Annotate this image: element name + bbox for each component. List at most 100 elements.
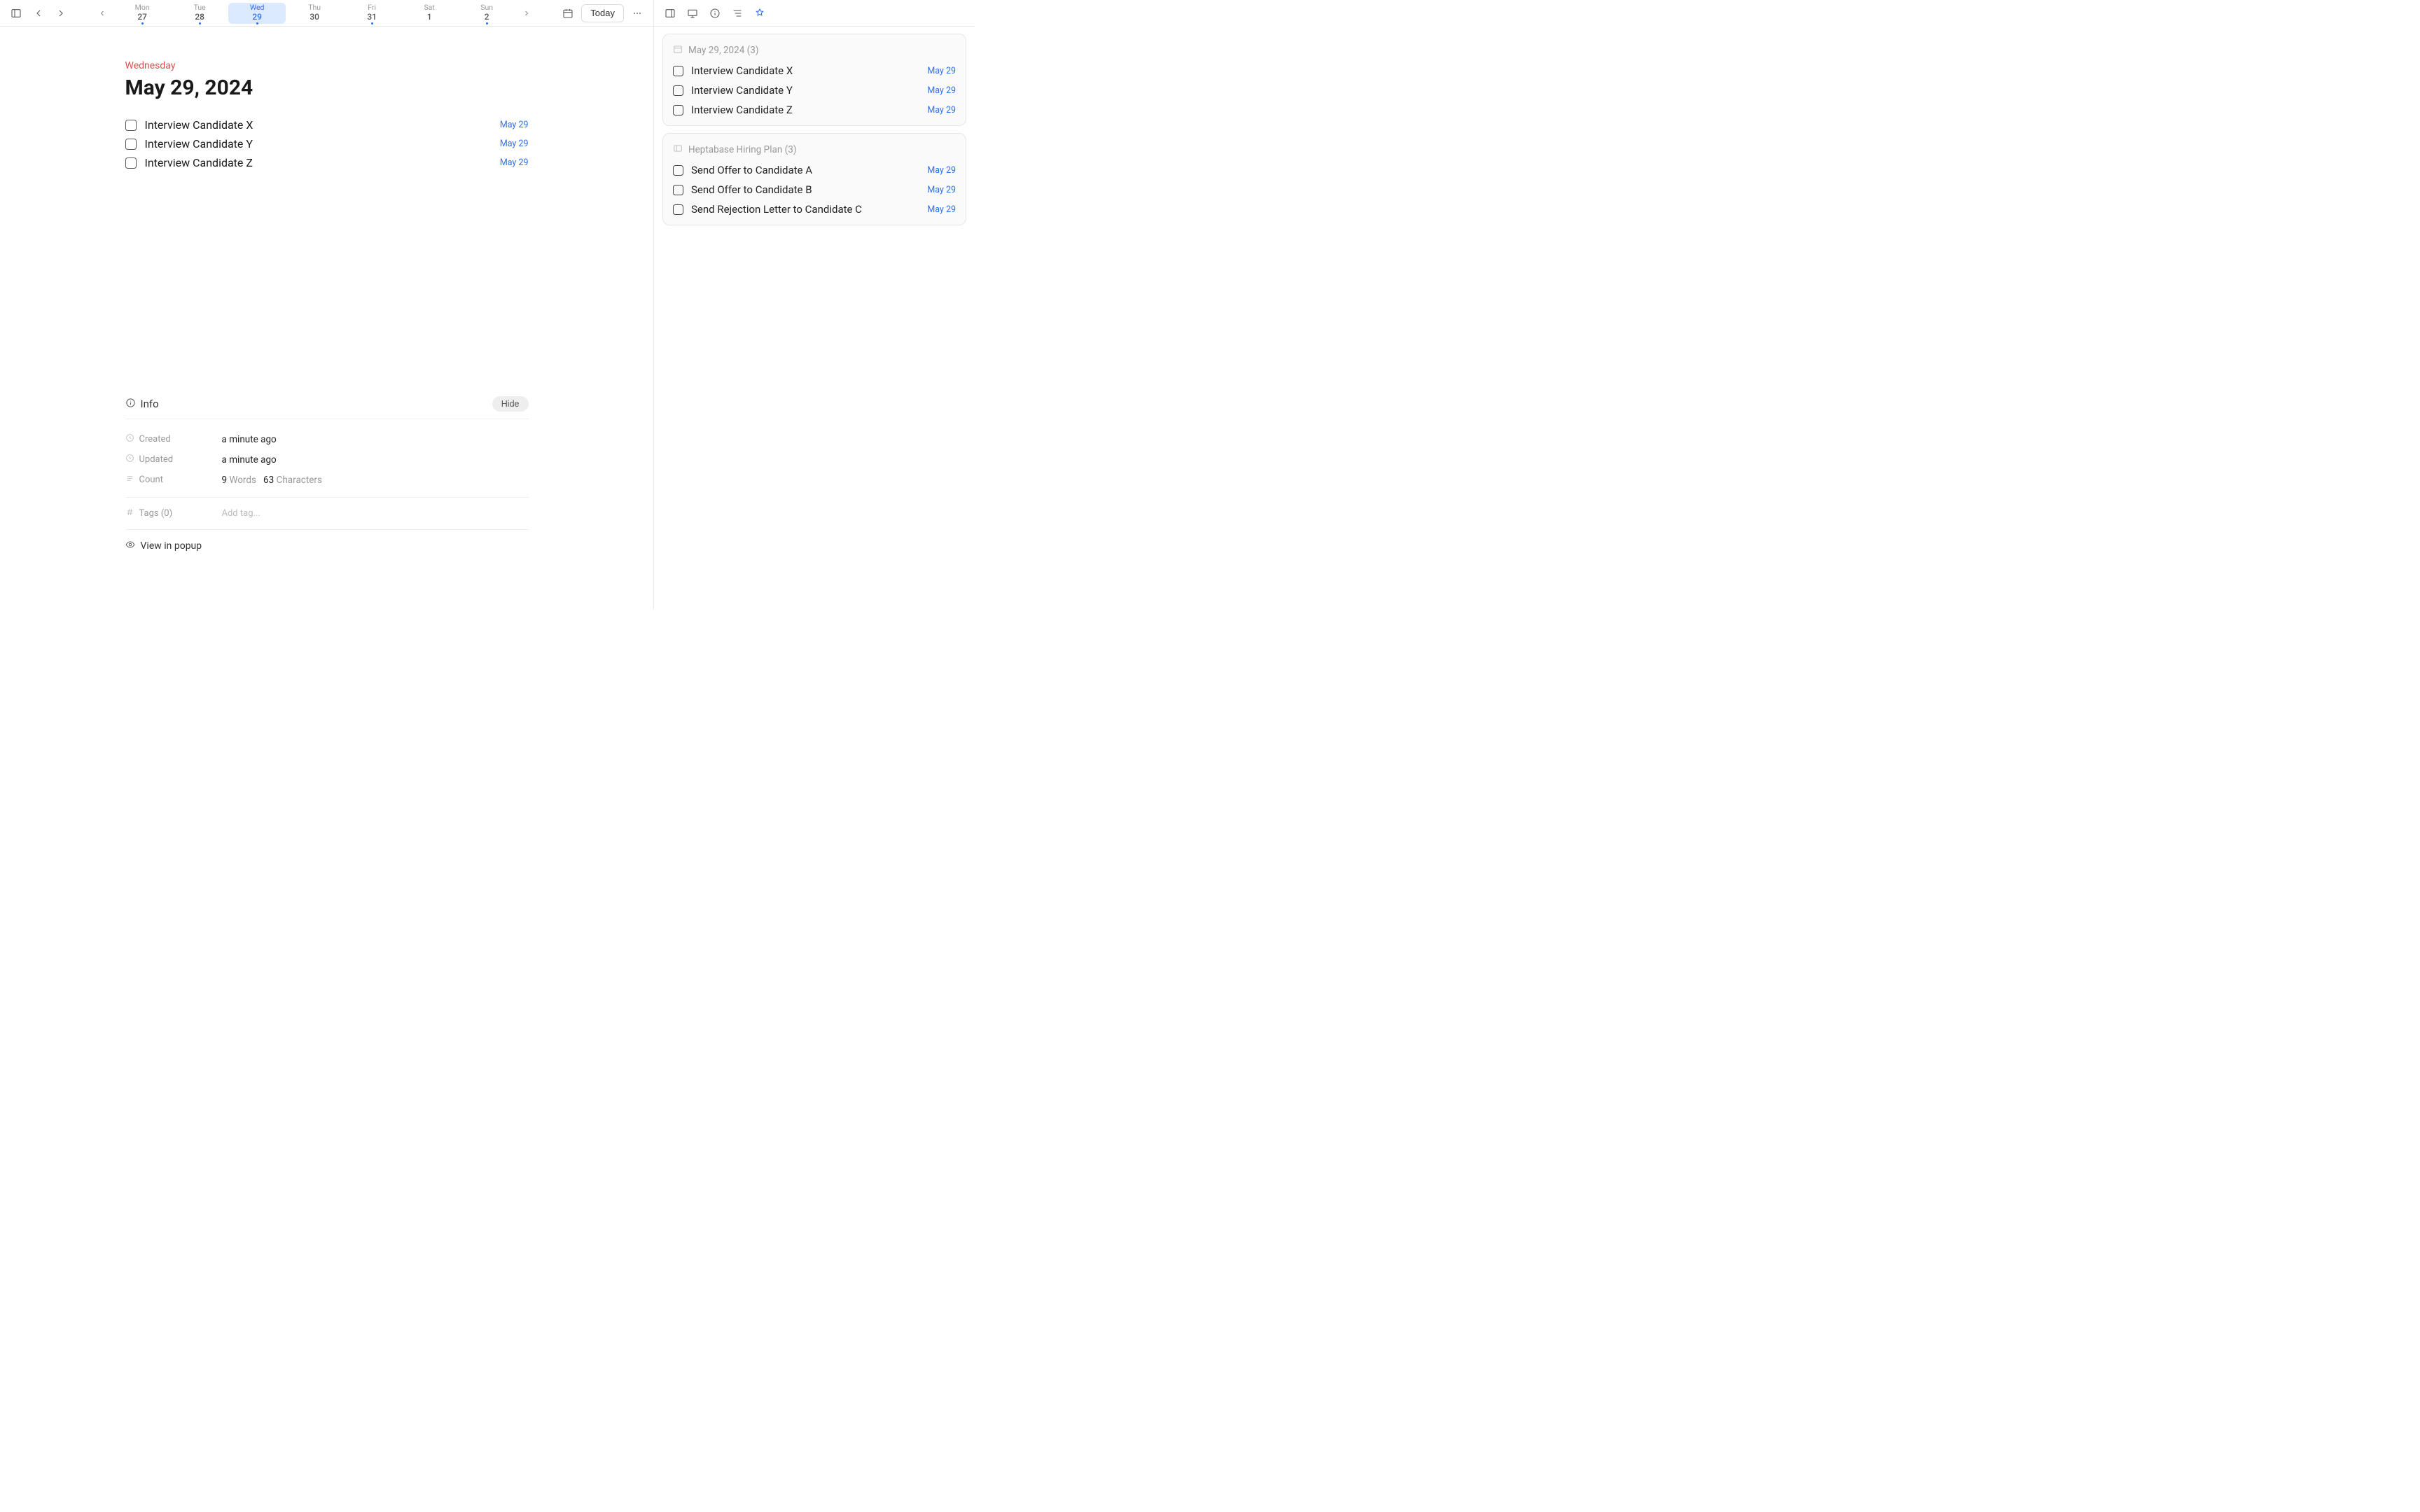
task-row: Interview Candidate Z May 29 [125,153,529,172]
todo-text[interactable]: Interview Candidate Z [691,104,919,116]
day-of-week-label: Thu [308,4,321,12]
more-menu-button[interactable] [628,4,646,22]
day-number-label: 27 [137,12,147,22]
day-col-fri[interactable]: Fri31 [343,3,401,24]
todo-text[interactable]: Interview Candidate Y [691,84,919,97]
day-has-content-dot [199,22,201,24]
todo-text[interactable]: Send Rejection Letter to Candidate C [691,203,919,216]
day-col-wed[interactable]: Wed29 [228,3,286,24]
todo-item: Interview Candidate X May 29 [663,61,966,80]
todo-group: May 29, 2024 (3) Interview Candidate X May… [662,34,966,126]
view-in-popup-button[interactable]: View in popup [125,530,529,562]
todo-checkbox[interactable] [673,66,683,76]
todo-date[interactable]: May 29 [927,85,956,96]
text-icon [125,474,134,486]
todo-date[interactable]: May 29 [927,165,956,176]
day-col-sat[interactable]: Sat1 [401,3,458,24]
task-checkbox[interactable] [125,139,137,150]
count-value: 9 Words 63 Characters [222,475,322,486]
todo-date[interactable]: May 29 [927,185,956,195]
task-text[interactable]: Interview Candidate Y [145,137,492,150]
day-number-label: 29 [252,12,262,22]
topbar: Mon27Tue28Wed29Thu30Fri31Sat1Sun2 Today [0,0,653,27]
todo-date[interactable]: May 29 [927,105,956,115]
task-date[interactable]: May 29 [500,139,529,149]
todo-item: Send Rejection Letter to Candidate C May … [663,200,966,219]
todo-text[interactable]: Interview Candidate X [691,64,919,77]
task-date[interactable]: May 29 [500,120,529,130]
info-label: Info [141,398,159,410]
task-date[interactable]: May 29 [500,158,529,168]
task-checkbox[interactable] [125,158,137,169]
tasks-panel-icon[interactable] [751,4,769,22]
todo-checkbox[interactable] [673,185,683,195]
todo-checkbox[interactable] [673,85,683,96]
day-of-week-label: Wed [250,4,265,12]
whiteboard-icon [673,144,683,156]
todo-group-header[interactable]: Heptabase Hiring Plan (3) [663,139,966,160]
day-has-content-dot [141,22,144,24]
sidebar-toolbar [654,0,975,27]
calendar-icon [673,44,683,57]
nav-forward-button[interactable] [52,4,70,22]
hash-icon [125,507,134,519]
day-col-mon[interactable]: Mon27 [113,3,171,24]
presentation-icon[interactable] [683,4,702,22]
updated-value: a minute ago [222,454,277,465]
todo-group-title: Heptabase Hiring Plan (3) [688,144,797,155]
nav-back-button[interactable] [29,4,48,22]
info-panel-icon[interactable] [706,4,724,22]
view-in-popup-label: View in popup [141,540,202,552]
created-value: a minute ago [222,434,277,445]
task-text[interactable]: Interview Candidate Z [145,156,492,169]
task-row: Interview Candidate X May 29 [125,115,529,134]
updated-label: Updated [139,454,174,465]
created-label: Created [139,434,171,444]
day-number-label: 31 [367,12,377,22]
day-col-thu[interactable]: Thu30 [286,3,343,24]
add-tag-input[interactable]: Add tag... [222,508,260,519]
hide-info-button[interactable]: Hide [492,396,529,412]
eye-icon [125,540,135,552]
toggle-sidebar-right-button[interactable] [661,4,679,22]
todo-item: Send Offer to Candidate B May 29 [663,180,966,200]
outline-icon[interactable] [728,4,746,22]
todo-checkbox[interactable] [673,105,683,115]
task-text[interactable]: Interview Candidate X [145,118,492,132]
week-nav: Mon27Tue28Wed29Thu30Fri31Sat1Sun2 [74,3,555,24]
todo-checkbox[interactable] [673,204,683,215]
todo-item: Send Offer to Candidate A May 29 [663,160,966,180]
day-of-week-label: Fri [368,4,376,12]
day-of-week-label: Mon [135,4,150,12]
todo-item: Interview Candidate Z May 29 [663,100,966,120]
next-week-button[interactable] [518,5,535,22]
note-title: May 29, 2024 [125,76,529,100]
todo-group-title: May 29, 2024 (3) [688,45,759,56]
day-of-week-label: Sun [480,4,493,12]
tags-label: Tags (0) [139,508,173,519]
prev-week-button[interactable] [94,5,111,22]
count-label: Count [139,475,163,485]
task-row: Interview Candidate Y May 29 [125,134,529,153]
todo-checkbox[interactable] [673,165,683,176]
clock-icon [125,454,134,465]
day-of-week-label: Tue [194,4,206,12]
day-has-content-dot [371,22,373,24]
day-number-label: 30 [310,12,319,22]
todo-date[interactable]: May 29 [927,204,956,215]
day-col-tue[interactable]: Tue28 [171,3,228,24]
todo-group-header[interactable]: May 29, 2024 (3) [663,40,966,61]
task-checkbox[interactable] [125,120,137,131]
day-number-label: 1 [427,12,432,22]
day-number-label: 28 [195,12,204,22]
day-col-sun[interactable]: Sun2 [458,3,515,24]
toggle-sidebar-left-button[interactable] [7,4,25,22]
todo-date[interactable]: May 29 [927,66,956,76]
day-of-week-label: Sat [424,4,434,12]
today-button[interactable]: Today [581,4,624,22]
clock-icon [125,433,134,445]
todo-text[interactable]: Send Offer to Candidate B [691,183,919,196]
note-weekday: Wednesday [125,60,529,71]
calendar-icon[interactable] [559,4,577,22]
todo-text[interactable]: Send Offer to Candidate A [691,164,919,176]
